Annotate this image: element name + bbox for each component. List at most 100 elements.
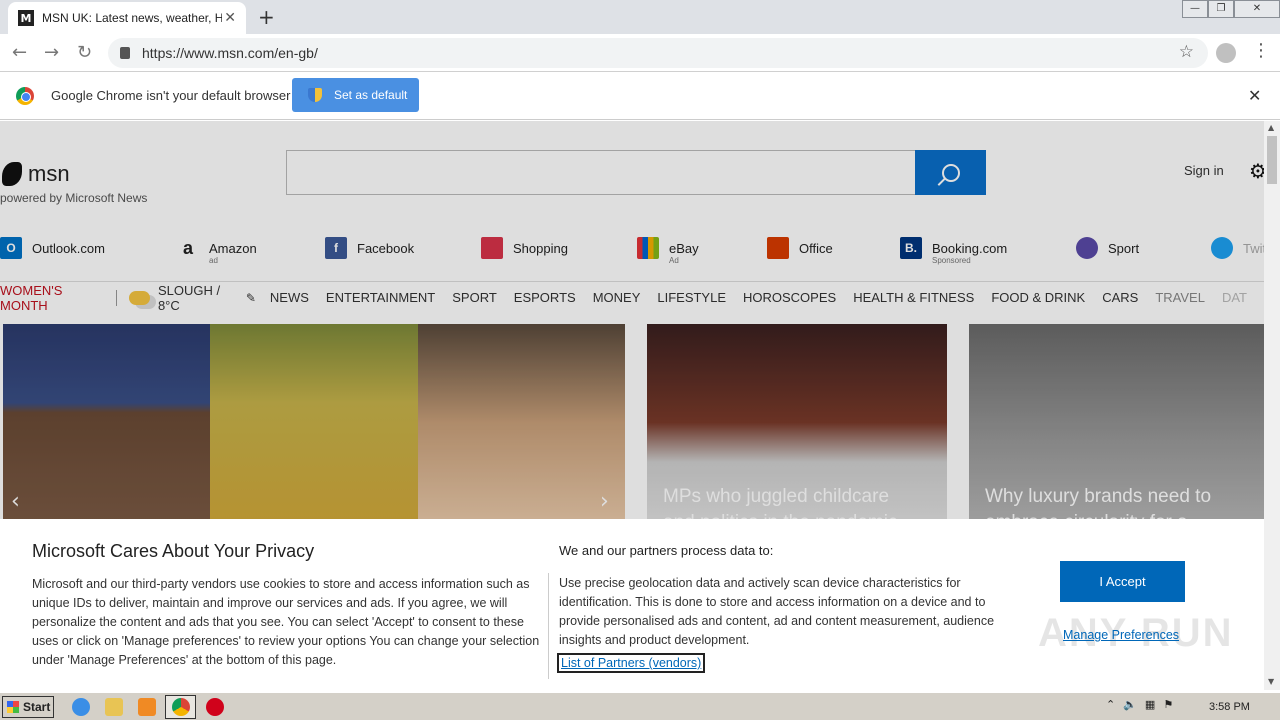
weather-widget[interactable]: SLOUGH / 8°C ✎ [128,283,256,313]
back-arrow-icon[interactable]: ← [12,42,27,63]
quicklink-office[interactable]: Office [767,237,833,259]
profile-avatar-icon[interactable] [1216,43,1236,63]
system-tray: ⌃ 🔈 ▦ ⚑ [1106,698,1181,711]
new-tab-button[interactable]: + [258,5,275,29]
search-icon [941,163,960,182]
restore-button[interactable]: ❐ [1208,0,1234,18]
quicklink-label: Office [799,240,833,256]
edit-pencil-icon[interactable]: ✎ [246,291,256,305]
nav-divider [115,289,117,306]
set-as-default-button[interactable]: Set as default [292,78,419,112]
booking-icon: B. [900,237,922,259]
quicklink-label: eBay [669,240,699,256]
scroll-up-icon[interactable]: ▲ [1268,123,1274,132]
infobar-close-icon[interactable]: ✕ [1248,86,1261,105]
quicklink-twitter[interactable]: Twit [1211,237,1264,259]
volume-icon[interactable]: 🔈 [1123,698,1137,711]
default-browser-infobar: Google Chrome isn't your default browser… [0,72,1280,120]
nav-cars[interactable]: CARS [1102,290,1138,305]
quicklink-label: Booking.com [932,240,1008,256]
quicklink-shopping[interactable]: Shopping [481,237,568,259]
nav-food-drink[interactable]: FOOD & DRINK [991,290,1085,305]
story-image-house[interactable]: ‹ [3,324,210,521]
clock[interactable]: 3:58 PM [1209,701,1250,713]
search-button[interactable] [915,150,986,195]
womens-month-link[interactable]: WOMEN'S MONTH [0,283,104,313]
privacy-description: Microsoft and our third-party vendors us… [32,577,540,667]
twitter-icon [1211,237,1233,259]
quicklink-label: Twit [1243,240,1264,256]
nav-entertainment[interactable]: ENTERTAINMENT [326,290,435,305]
story-card-mps[interactable]: MPs who juggled childcare and politics i… [647,324,947,521]
sign-in-link[interactable]: Sign in [1184,163,1224,178]
quicklink-sub: ad [209,256,218,265]
manage-preferences-link[interactable]: Manage Preferences [1063,628,1179,642]
accept-button[interactable]: I Accept [1060,561,1185,602]
file-explorer-icon[interactable] [105,698,123,716]
carousel-next-icon[interactable]: › [600,489,609,514]
network-icon[interactable]: ▦ [1145,698,1155,711]
url-text[interactable]: https://www.msn.com/en-gb/ [142,45,318,61]
address-bar[interactable]: https://www.msn.com/en-gb/ ☆ [108,38,1208,68]
chrome-taskbar-button[interactable] [165,695,196,719]
scroll-thumb[interactable] [1267,136,1277,184]
tab-title: MSN UK: Latest news, weather, Hot [42,11,222,25]
nav-travel[interactable]: TRAVEL [1155,290,1205,305]
media-player-icon[interactable] [138,698,156,716]
start-label: Start [23,700,51,714]
start-button[interactable]: Start [2,696,54,718]
quicklink-sub: Ad [669,256,679,265]
chrome-menu-icon[interactable]: ⋮ [1252,40,1270,61]
scroll-down-icon[interactable]: ▼ [1268,677,1274,686]
minimize-button[interactable]: — [1182,0,1208,18]
nav-dating[interactable]: DAT [1222,290,1247,305]
action-center-flag-icon[interactable]: ⚑ [1163,698,1173,711]
story-caption[interactable]: MPs who juggled childcare and politics i… [663,484,923,521]
sport-icon [1076,237,1098,259]
quicklink-amazon[interactable]: a Amazon ad [177,237,257,265]
quicklink-outlook[interactable]: O Outlook.com [0,237,105,259]
settings-gear-icon[interactable]: ⚙ [1249,159,1264,183]
partners-link[interactable]: List of Partners (vendors) [557,653,706,673]
quicklink-label: Sport [1108,240,1140,256]
nav-horoscopes[interactable]: HOROSCOPES [743,290,836,305]
forward-arrow-icon[interactable]: → [44,42,59,63]
browser-tab[interactable]: M MSN UK: Latest news, weather, Hot ✕ [8,2,246,34]
internet-explorer-icon[interactable] [72,698,90,716]
nav-sport[interactable]: SPORT [452,290,497,305]
bookmark-star-icon[interactable]: ☆ [1179,42,1194,62]
page-scrollbar[interactable]: ▲ ▼ [1264,121,1280,690]
window-close-button[interactable]: ✕ [1234,0,1280,18]
story-card-luxury[interactable]: Why luxury brands need to embrace circul… [969,324,1264,521]
search-input[interactable] [286,150,916,195]
privacy-title: Microsoft Cares About Your Privacy [32,541,315,561]
quicklink-label: Facebook [357,240,415,256]
lock-icon[interactable] [120,47,130,59]
opera-icon[interactable] [206,698,224,716]
shopping-bag-icon [481,237,503,259]
msn-logo-text: msn [28,161,70,186]
quicklink-ebay[interactable]: eBay Ad [637,237,699,265]
reload-icon[interactable]: ↻ [77,42,92,63]
chrome-taskbar-icon [172,698,190,716]
quicklink-sport[interactable]: Sport [1076,237,1139,259]
tab-close-icon[interactable]: ✕ [224,10,236,26]
nav-health-fitness[interactable]: HEALTH & FITNESS [853,290,974,305]
msn-butterfly-icon [2,162,22,186]
tray-expand-icon[interactable]: ⌃ [1106,698,1115,711]
msn-logo[interactable]: msn [2,161,70,187]
carousel-prev-icon[interactable]: ‹ [11,489,20,514]
nav-esports[interactable]: ESPORTS [514,290,576,305]
office-icon [767,237,789,259]
story-image-jars[interactable] [210,324,418,521]
nav-money[interactable]: MONEY [593,290,641,305]
story-caption[interactable]: Why luxury brands need to embrace circul… [985,484,1245,521]
quicklink-booking[interactable]: B. Booking.com Sponsored [900,237,1008,265]
window-controls: — ❐ ✕ [1182,0,1280,18]
story-image-woman[interactable]: › [418,324,625,521]
data-processing-text: Use precise geolocation data and activel… [559,576,995,647]
nav-lifestyle[interactable]: LIFESTYLE [657,290,726,305]
quicklink-facebook[interactable]: f Facebook [325,237,414,259]
nav-news[interactable]: NEWS [270,290,309,305]
quicklink-label: Amazon [209,240,257,256]
